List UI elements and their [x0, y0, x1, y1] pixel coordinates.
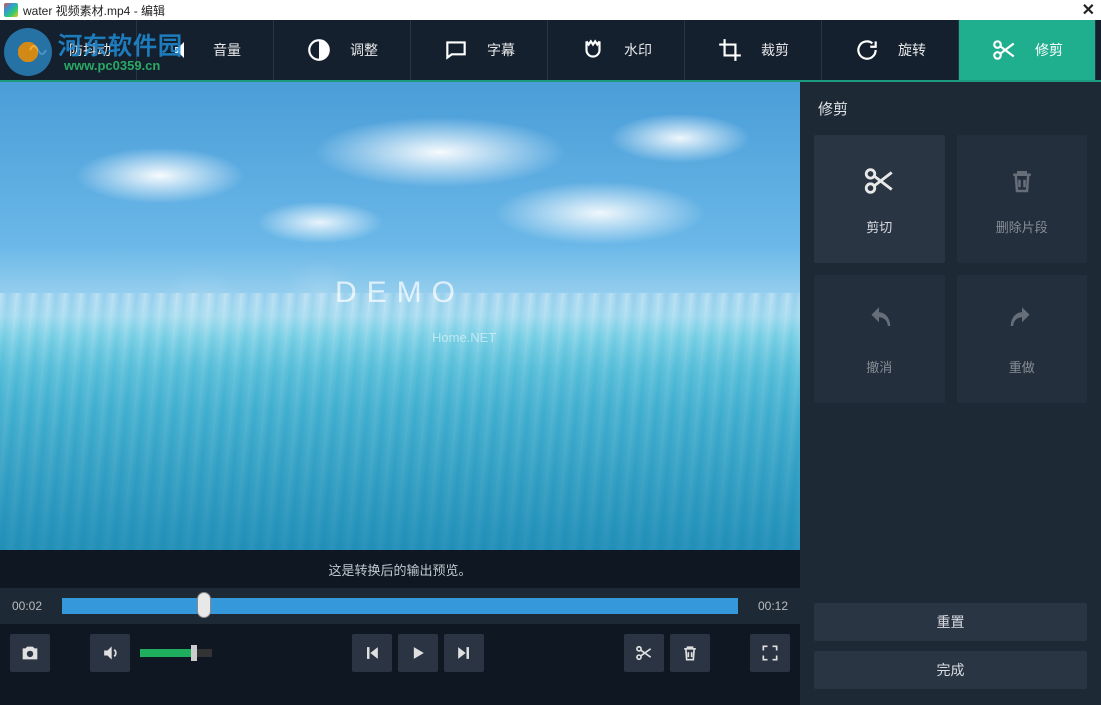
- fullscreen-button[interactable]: [750, 634, 790, 672]
- demo-sub: Home.NET: [432, 330, 496, 345]
- action-cut[interactable]: 剪切: [814, 135, 945, 263]
- demo-watermark: DEMO: [335, 276, 465, 310]
- subtitle-icon: [443, 37, 469, 63]
- rotate-icon: [854, 37, 880, 63]
- crop-icon: [717, 37, 743, 63]
- time-current: 00:02: [12, 599, 52, 613]
- scissors-icon: [991, 37, 1017, 63]
- cut-button[interactable]: [624, 634, 664, 672]
- next-button[interactable]: [444, 634, 484, 672]
- side-panel: 修剪 剪切 删除片段 撤消: [800, 82, 1101, 705]
- volume-thumb[interactable]: [191, 645, 197, 661]
- video-preview[interactable]: DEMO Home.NET: [0, 82, 800, 550]
- watermark-icon: [580, 37, 606, 63]
- title-bar: water 视频素材.mp4 - 编辑 ✕: [0, 0, 1101, 20]
- volume-icon: [169, 37, 195, 63]
- tab-stabilize[interactable]: 防抖动: [0, 20, 137, 80]
- undo-icon: [861, 303, 897, 339]
- close-button[interactable]: ✕: [1082, 0, 1095, 20]
- tab-rotate[interactable]: 旋转: [822, 20, 959, 80]
- adjust-icon: [306, 37, 332, 63]
- play-button[interactable]: [398, 634, 438, 672]
- reset-button[interactable]: 重置: [814, 603, 1087, 641]
- timeline: 00:02 00:12: [0, 588, 800, 624]
- app-icon: [4, 3, 18, 17]
- delete-button[interactable]: [670, 634, 710, 672]
- timeline-track[interactable]: [62, 598, 738, 614]
- tab-trim[interactable]: 修剪: [959, 20, 1096, 80]
- done-button[interactable]: 完成: [814, 651, 1087, 689]
- toolbar: 河东软件园 www.pc0359.cn 防抖动 音量 调整 字幕 水印: [0, 20, 1101, 82]
- controls: [0, 624, 800, 682]
- scissors-icon: [861, 163, 897, 199]
- tab-crop[interactable]: 裁剪: [685, 20, 822, 80]
- action-delete[interactable]: 删除片段: [957, 135, 1088, 263]
- action-redo[interactable]: 重做: [957, 275, 1088, 403]
- volume-slider[interactable]: [140, 649, 212, 657]
- snapshot-button[interactable]: [10, 634, 50, 672]
- mute-button[interactable]: [90, 634, 130, 672]
- preview-label: 这是转换后的输出预览。: [0, 550, 800, 588]
- tab-subtitle[interactable]: 字幕: [411, 20, 548, 80]
- stabilize-icon: [25, 37, 51, 63]
- timeline-handle[interactable]: [197, 592, 211, 618]
- trash-icon: [1004, 163, 1040, 199]
- tab-watermark[interactable]: 水印: [548, 20, 685, 80]
- panel-title: 修剪: [800, 82, 1101, 135]
- time-total: 00:12: [748, 599, 788, 613]
- redo-icon: [1004, 303, 1040, 339]
- tab-adjust[interactable]: 调整: [274, 20, 411, 80]
- prev-button[interactable]: [352, 634, 392, 672]
- tab-volume[interactable]: 音量: [137, 20, 274, 80]
- action-undo[interactable]: 撤消: [814, 275, 945, 403]
- window-title: water 视频素材.mp4 - 编辑: [23, 2, 165, 19]
